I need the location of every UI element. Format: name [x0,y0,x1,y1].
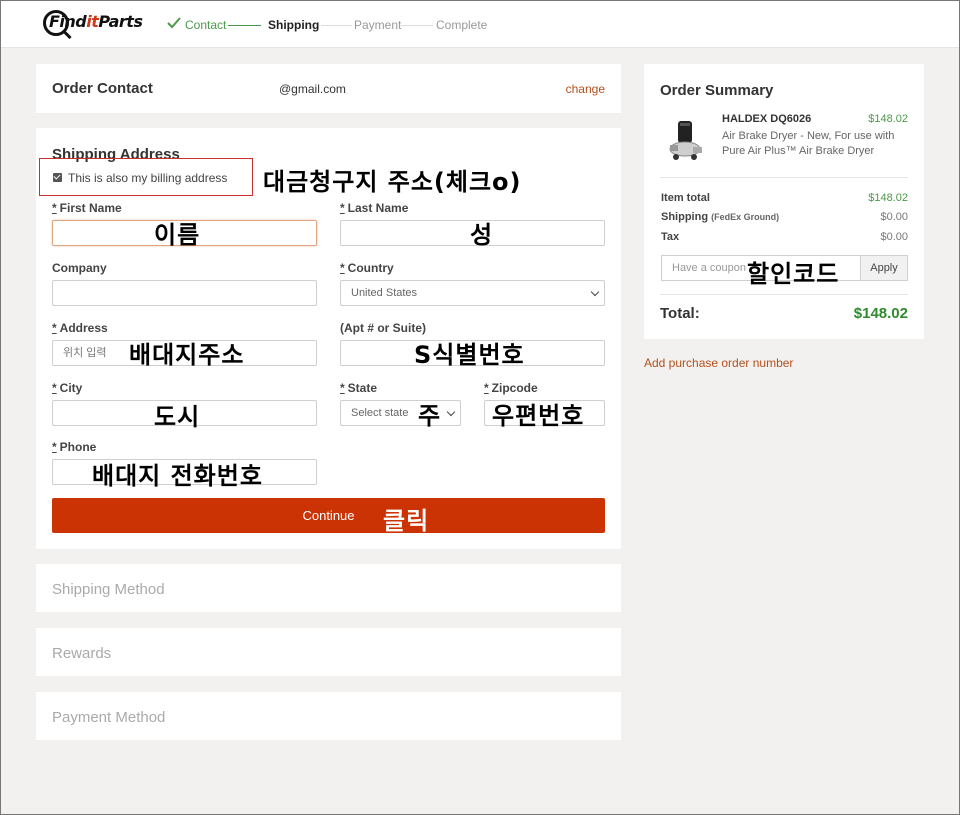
product-image [669,121,702,160]
phone-label: * Phone [52,440,97,454]
payment-method-section[interactable]: Payment Method [36,692,621,740]
country-select[interactable]: United States [340,280,605,306]
country-label: * Country [340,261,394,275]
shipping-method-title: Shipping Method [52,581,165,598]
step-contact[interactable]: Contact [185,18,226,32]
rewards-section[interactable]: Rewards [36,628,621,676]
tax-label: Tax [661,231,680,243]
annotation-apt: S식별번호 [414,341,525,369]
company-label: Company [52,261,107,275]
shipping-cost-value: $0.00 [880,211,908,223]
step-payment: Payment [354,18,402,32]
annotation-coupon: 할인코드 [747,260,840,288]
shipping-cost-label: Shipping (FedEx Ground) [661,211,780,223]
billing-address-checkbox[interactable] [53,173,62,182]
total-value: $148.02 [853,305,908,322]
annotation-address: 배대지주소 [129,341,245,369]
product-name[interactable]: HALDEX DQ6026 [722,113,811,125]
zipcode-label: * Zipcode [484,381,538,395]
city-label: * City [52,381,83,395]
last-name-label: * Last Name [340,201,409,215]
annotation-continue: 클릭 [383,507,430,535]
item-total-value: $148.02 [868,192,908,204]
billing-highlight-box: This is also my billing address [39,158,253,196]
findit-parts-logo[interactable]: FinditParts [43,9,147,41]
order-contact-title: Order Contact [52,80,153,97]
annotation-first-name: 이름 [154,221,201,249]
contact-email: @gmail.com [279,82,346,96]
item-total-label: Item total [661,192,710,204]
annotation-city: 도시 [154,403,201,431]
address-label: * Address [52,321,108,335]
annotation-billing: 대금청구지 주소(체크o) [263,168,522,196]
apply-coupon-button[interactable]: Apply [860,255,908,281]
check-icon [167,17,181,29]
add-po-number-link[interactable]: Add purchase order number [644,356,793,370]
order-summary-panel: Order Summary HALDEX DQ6026 $148.02 Air … [644,64,924,339]
rewards-title: Rewards [52,645,112,662]
annotation-zip: 우편번호 [492,402,585,430]
payment-method-title: Payment Method [52,709,166,726]
change-contact-link[interactable]: change [566,82,605,96]
tax-value: $0.00 [880,231,908,243]
order-summary-title: Order Summary [660,82,774,99]
billing-address-label[interactable]: This is also my billing address [68,171,227,185]
apt-suite-label: (Apt # or Suite) [340,321,426,335]
product-description: Air Brake Dryer - New, For use with Pure… [722,130,895,157]
state-label: * State [340,381,378,395]
shipping-method-section[interactable]: Shipping Method [36,564,621,612]
first-name-label: * First Name [52,201,122,215]
top-header: FinditParts Contact Shipping Payment Com… [1,1,959,48]
continue-button[interactable]: Continue [52,498,605,533]
step-shipping: Shipping [268,18,320,32]
company-input[interactable] [52,280,317,306]
state-select[interactable]: Select state [340,400,461,426]
annotation-last-name: 성 [470,221,494,249]
step-complete: Complete [436,18,488,32]
chevron-down-icon [446,407,456,417]
chevron-down-icon [590,287,600,297]
annotation-state: 주 [418,402,442,430]
annotation-phone: 배대지 전화번호 [92,462,263,490]
order-contact-panel: Order Contact @gmail.com change [36,64,621,113]
product-price: $148.02 [868,113,908,125]
total-label: Total: [660,305,700,322]
